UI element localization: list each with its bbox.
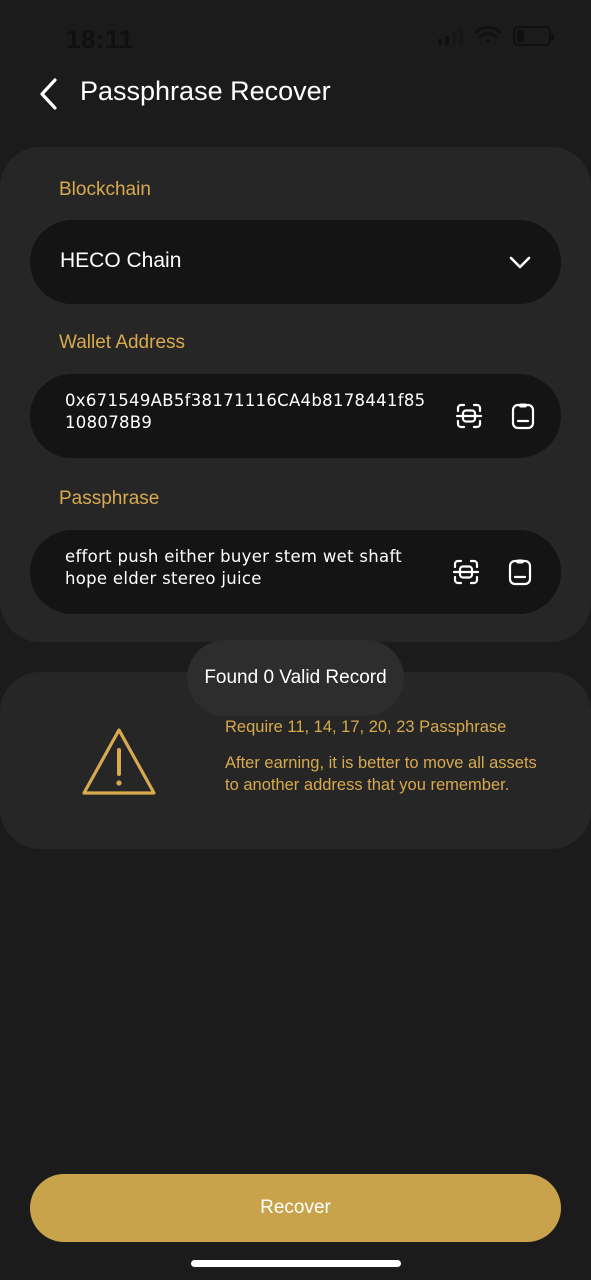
battery-icon: [513, 26, 554, 46]
passphrase-field[interactable]: effort push either buyer stem wet shaft …: [30, 530, 561, 614]
recover-form-card: Blockchain HECO Chain Wallet Address 0x6…: [0, 147, 591, 642]
blockchain-label: Blockchain: [59, 179, 151, 200]
blockchain-value: HECO Chain: [60, 249, 182, 272]
blockchain-select[interactable]: HECO Chain: [30, 220, 561, 304]
wallet-address-field[interactable]: 0x671549AB5f38171116CA4b8178441f85108078…: [30, 374, 561, 458]
status-time: 18:11: [66, 24, 134, 54]
toast-message: Found 0 Valid Record: [187, 640, 404, 716]
passphrase-label: Passphrase: [59, 488, 160, 509]
back-button[interactable]: [30, 76, 66, 112]
header: Passphrase Recover: [0, 70, 591, 118]
security-tip-text: After earning, it is better to move all …: [225, 754, 537, 794]
scan-icon[interactable]: [455, 402, 483, 430]
home-indicator: [191, 1260, 401, 1267]
status-icons: [438, 26, 554, 46]
recover-button[interactable]: Recover: [30, 1174, 561, 1242]
page-title: Passphrase Recover: [80, 76, 331, 106]
paste-icon[interactable]: [509, 402, 537, 430]
status-bar: 18:11: [0, 0, 591, 70]
wallet-address-label: Wallet Address: [59, 332, 186, 353]
passphrase-input[interactable]: effort push either buyer stem wet shaft …: [65, 546, 435, 590]
paste-icon[interactable]: [506, 558, 534, 586]
scan-icon[interactable]: [452, 558, 480, 586]
chevron-down-icon[interactable]: [507, 250, 533, 276]
wifi-icon: [475, 26, 501, 44]
wallet-address-input[interactable]: 0x671549AB5f38171116CA4b8178441f85108078…: [65, 390, 435, 434]
warning-icon: [82, 728, 156, 795]
signal-icon: [438, 27, 463, 45]
chevron-left-icon: [40, 78, 57, 110]
passphrase-requirement-text: Require 11, 14, 17, 20, 23 Passphrase: [225, 718, 507, 736]
